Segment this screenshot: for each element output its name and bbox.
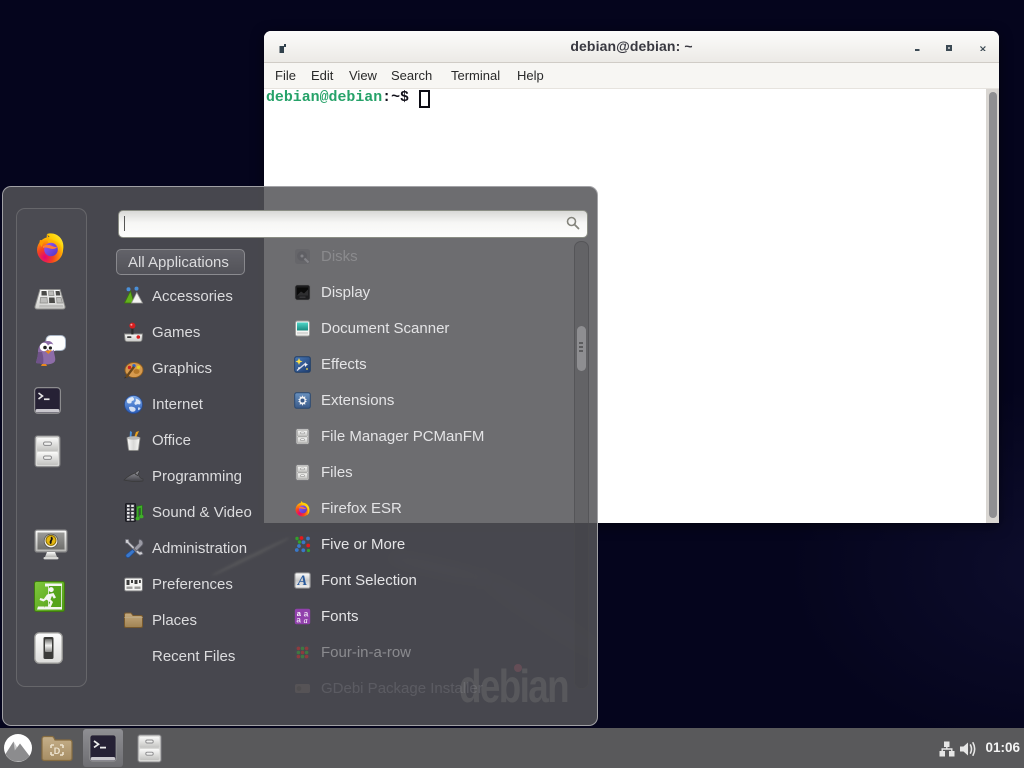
svg-text:D: D	[54, 746, 61, 756]
svg-text:a: a	[304, 615, 308, 624]
svg-text:a: a	[296, 615, 301, 624]
svg-text:A: A	[297, 573, 308, 589]
